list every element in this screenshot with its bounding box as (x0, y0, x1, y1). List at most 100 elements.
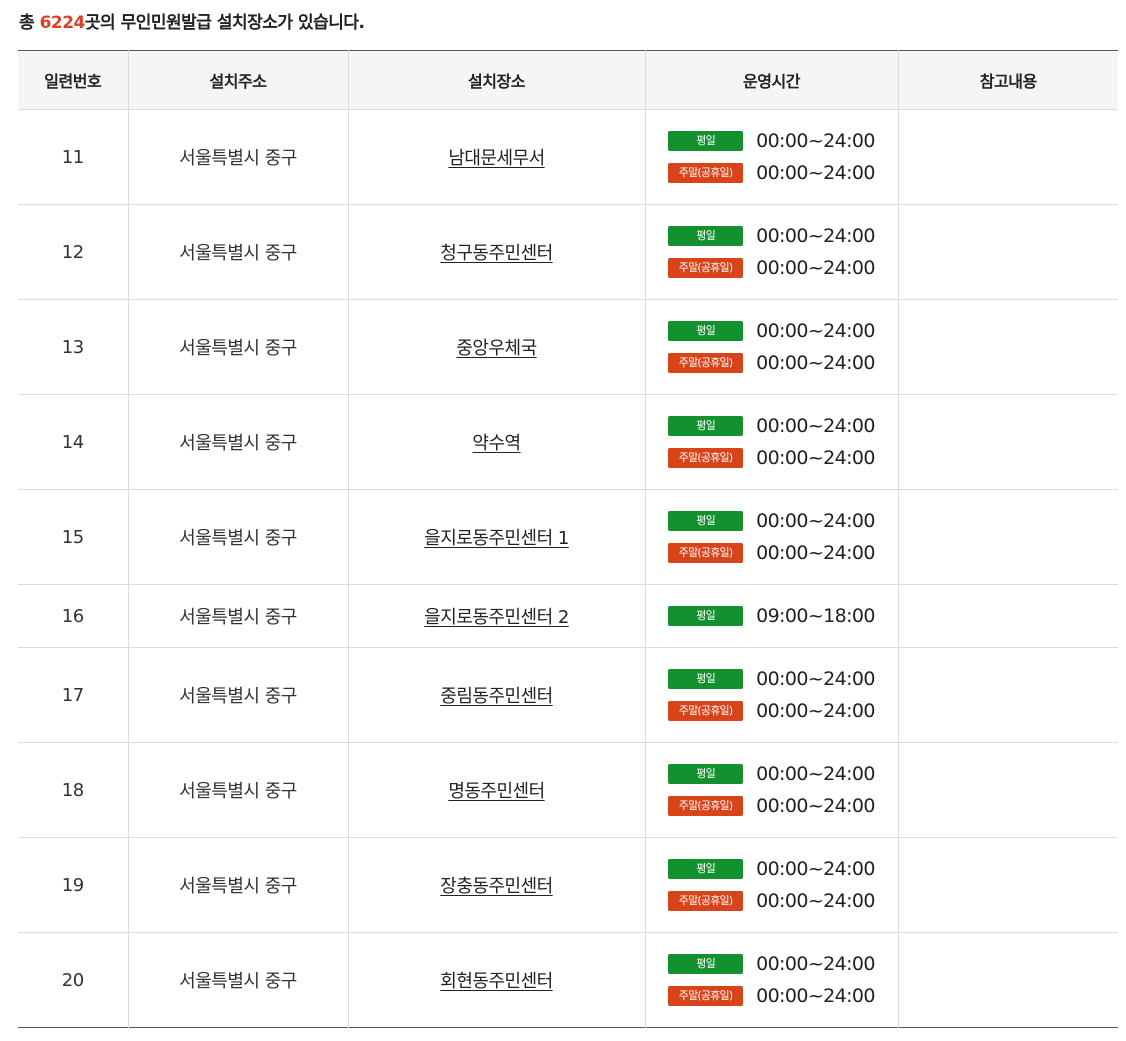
cell-note (897, 204, 1118, 300)
hours-time: 00:00~24:00 (756, 447, 875, 469)
hours-time: 00:00~24:00 (756, 668, 875, 690)
weekend-badge: 주말(공휴일) (668, 543, 744, 563)
hours-time: 00:00~24:00 (756, 415, 875, 437)
table-row: 15 서울특별시 중구 을지로동주민센터 1 평일 00:00~24:00 주말(공휴일)… (18, 489, 1118, 585)
place-link[interactable]: 명동주민센터 (448, 781, 545, 802)
hours-list: 평일 00:00~24:00 주말(공휴일) 00:00~24:00 (668, 220, 876, 284)
hours-time: 00:00~24:00 (756, 763, 875, 785)
weekday-badge: 평일 (668, 131, 744, 151)
table-row: 20 서울특별시 중구 회현동주민센터 평일 00:00~24:00 주말(공휴일) 00:… (18, 932, 1118, 1028)
result-summary: 총 6224곳의 무인민원발급 설치장소가 있습니다. (19, 10, 365, 36)
weekend-badge: 주말(공휴일) (668, 258, 744, 278)
cell-note (897, 932, 1118, 1028)
hours-line: 평일 00:00~24:00 (668, 410, 876, 442)
hours-line: 평일 00:00~24:00 (668, 948, 876, 980)
weekend-badge: 주말(공휴일) (668, 701, 744, 721)
table-row: 18 서울특별시 중구 명동주민센터 평일 00:00~24:00 주말(공휴일) 00:0… (18, 742, 1118, 838)
cell-note (897, 489, 1118, 585)
weekday-badge: 평일 (668, 764, 744, 784)
place-link[interactable]: 회현동주민센터 (440, 971, 553, 992)
header-note: 참고내용 (897, 50, 1118, 110)
hours-line: 주말(공휴일) 00:00~24:00 (668, 157, 876, 189)
place-link[interactable]: 청구동주민센터 (440, 243, 553, 264)
cell-place: 을지로동주민센터 1 (347, 489, 645, 585)
hours-time: 00:00~24:00 (756, 257, 875, 279)
cell-address: 서울특별시 중구 (127, 932, 348, 1028)
hours-time: 00:00~24:00 (756, 953, 875, 975)
weekday-badge: 평일 (668, 226, 744, 246)
hours-time: 00:00~24:00 (756, 700, 875, 722)
cell-address: 서울특별시 중구 (127, 584, 348, 648)
header-hours: 운영시간 (644, 50, 898, 110)
cell-place: 중앙우체국 (347, 299, 645, 395)
place-link[interactable]: 약수역 (472, 433, 521, 454)
hours-list: 평일 00:00~24:00 주말(공휴일) 00:00~24:00 (668, 315, 876, 379)
table-row: 16 서울특별시 중구 을지로동주민센터 2 평일 09:00~18:00 (18, 584, 1118, 648)
page: 총 6224곳의 무인민원발급 설치장소가 있습니다. 일련번호 설치주소 설치… (0, 0, 1126, 1041)
hours-time: 00:00~24:00 (756, 858, 875, 880)
cell-place: 청구동주민센터 (347, 204, 645, 300)
hours-time: 00:00~24:00 (756, 352, 875, 374)
weekday-badge: 평일 (668, 859, 744, 879)
hours-line: 평일 00:00~24:00 (668, 220, 876, 252)
cell-address: 서울특별시 중구 (127, 109, 348, 205)
cell-serial-number: 19 (18, 837, 128, 933)
weekday-badge: 평일 (668, 606, 744, 626)
hours-line: 평일 00:00~24:00 (668, 125, 876, 157)
place-link[interactable]: 을지로동주민센터 1 (424, 528, 569, 549)
header-address: 설치주소 (127, 50, 348, 110)
place-link[interactable]: 중림동주민센터 (440, 686, 553, 707)
place-link[interactable]: 을지로동주민센터 2 (424, 607, 569, 628)
cell-address: 서울특별시 중구 (127, 489, 348, 585)
hours-line: 주말(공휴일) 00:00~24:00 (668, 980, 876, 1012)
cell-serial-number: 13 (18, 299, 128, 395)
hours-list: 평일 00:00~24:00 주말(공휴일) 00:00~24:00 (668, 505, 876, 569)
cell-hours: 평일 00:00~24:00 주말(공휴일) 00:00~24:00 (644, 489, 898, 585)
cell-hours: 평일 00:00~24:00 주말(공휴일) 00:00~24:00 (644, 394, 898, 490)
hours-time: 00:00~24:00 (756, 510, 875, 532)
cell-address: 서울특별시 중구 (127, 204, 348, 300)
cell-place: 을지로동주민센터 2 (347, 584, 645, 648)
header-serial-number: 일련번호 (18, 50, 128, 110)
table-row: 12 서울특별시 중구 청구동주민센터 평일 00:00~24:00 주말(공휴일) 00:… (18, 204, 1118, 300)
weekend-badge: 주말(공휴일) (668, 986, 744, 1006)
table-row: 17 서울특별시 중구 중림동주민센터 평일 00:00~24:00 주말(공휴일) 00:… (18, 647, 1118, 743)
place-link[interactable]: 중앙우체국 (456, 338, 537, 359)
hours-time: 00:00~24:00 (756, 162, 875, 184)
table-row: 11 서울특별시 중구 남대문세무서 평일 00:00~24:00 주말(공휴일) 00:0… (18, 109, 1118, 205)
cell-address: 서울특별시 중구 (127, 837, 348, 933)
table-row: 19 서울특별시 중구 장충동주민센터 평일 00:00~24:00 주말(공휴일) 00:… (18, 837, 1118, 933)
weekend-badge: 주말(공휴일) (668, 163, 744, 183)
result-count: 6224 (39, 13, 86, 33)
hours-list: 평일 09:00~18:00 (668, 600, 876, 632)
cell-hours: 평일 00:00~24:00 주말(공휴일) 00:00~24:00 (644, 204, 898, 300)
place-link[interactable]: 장충동주민센터 (440, 876, 553, 897)
hours-time: 09:00~18:00 (756, 605, 875, 627)
cell-note (897, 837, 1118, 933)
cell-serial-number: 16 (18, 584, 128, 648)
place-link[interactable]: 남대문세무서 (448, 148, 545, 169)
hours-list: 평일 00:00~24:00 주말(공휴일) 00:00~24:00 (668, 758, 876, 822)
cell-note (897, 299, 1118, 395)
cell-hours: 평일 00:00~24:00 주말(공휴일) 00:00~24:00 (644, 932, 898, 1028)
hours-time: 00:00~24:00 (756, 542, 875, 564)
hours-line: 주말(공휴일) 00:00~24:00 (668, 790, 876, 822)
cell-note (897, 584, 1118, 648)
weekend-badge: 주말(공휴일) (668, 891, 744, 911)
weekday-badge: 평일 (668, 669, 744, 689)
cell-note (897, 109, 1118, 205)
cell-place: 약수역 (347, 394, 645, 490)
cell-place: 중림동주민센터 (347, 647, 645, 743)
hours-line: 주말(공휴일) 00:00~24:00 (668, 347, 876, 379)
cell-hours: 평일 09:00~18:00 (644, 584, 898, 648)
cell-serial-number: 20 (61, 969, 84, 991)
hours-time: 00:00~24:00 (756, 225, 875, 247)
weekday-badge: 평일 (668, 511, 744, 531)
weekend-badge: 주말(공휴일) (668, 796, 744, 816)
cell-note (897, 742, 1118, 838)
header-place: 설치장소 (347, 50, 645, 110)
hours-line: 주말(공휴일) 00:00~24:00 (668, 885, 876, 917)
cell-address: 서울특별시 중구 (127, 742, 348, 838)
hours-list: 평일 00:00~24:00 주말(공휴일) 00:00~24:00 (668, 125, 876, 189)
cell-address: 서울특별시 중구 (127, 647, 348, 743)
